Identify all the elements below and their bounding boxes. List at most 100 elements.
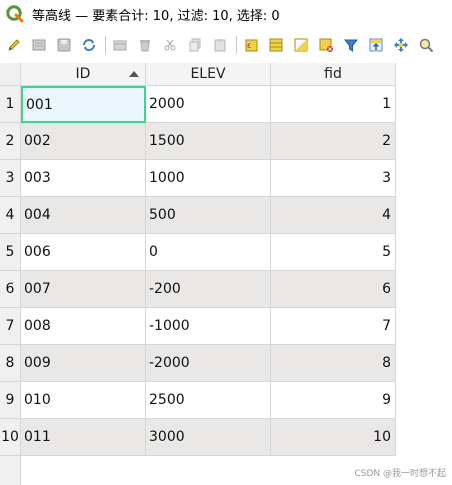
cell-id[interactable]: 006 (21, 234, 146, 271)
copy-button[interactable] (185, 35, 205, 55)
table-row[interactable]: 2 002 1500 2 (0, 123, 396, 160)
table-row[interactable]: 10 011 3000 10 (0, 419, 396, 456)
table-row[interactable]: 1 001 2000 1 (0, 86, 396, 123)
invert-selection-icon (294, 38, 308, 52)
row-number[interactable]: 5 (0, 234, 21, 271)
deselect-icon (319, 38, 333, 52)
column-header-label: ELEV (190, 66, 226, 82)
delete-icon (140, 40, 150, 52)
svg-text:ε: ε (247, 41, 251, 50)
cell-fid[interactable]: 8 (271, 345, 396, 382)
cell-elev[interactable]: 2500 (146, 382, 271, 419)
cell-fid[interactable]: 5 (271, 234, 396, 271)
row-number[interactable]: 2 (0, 123, 21, 160)
row-header-filler (0, 456, 21, 485)
filter-icon (343, 39, 359, 52)
cell-fid[interactable]: 7 (271, 308, 396, 345)
paste-button[interactable] (210, 35, 230, 55)
cell-fid[interactable]: 10 (271, 419, 396, 456)
title-bar: 等高线 — 要素合计: 10, 过滤: 10, 选择: 0 (0, 0, 452, 28)
cell-id[interactable]: 009 (21, 345, 146, 382)
table-row[interactable]: 5 006 0 5 (0, 234, 396, 271)
table-row[interactable]: 9 010 2500 9 (0, 382, 396, 419)
table-body: 1 001 2000 1 2 002 1500 2 3 003 1000 3 4… (0, 86, 396, 456)
sort-ascending-icon (129, 71, 139, 77)
pan-to-selected-icon (394, 38, 408, 52)
copy-icon (189, 38, 201, 52)
pencil-edit-icon (8, 39, 20, 51)
row-number[interactable]: 8 (0, 345, 21, 382)
cell-elev[interactable]: -1000 (146, 308, 271, 345)
cell-elev[interactable]: 1000 (146, 160, 271, 197)
add-feature-icon (113, 40, 127, 51)
cell-elev[interactable]: 500 (146, 197, 271, 234)
column-header-id[interactable]: ID (21, 63, 146, 86)
qgis-logo-icon (6, 5, 24, 23)
table-corner[interactable] (0, 63, 21, 86)
pan-to-selected-button[interactable] (391, 35, 411, 55)
column-header-elev[interactable]: ELEV (146, 63, 271, 86)
cell-fid[interactable]: 2 (271, 123, 396, 160)
select-all-button[interactable] (266, 35, 286, 55)
cell-elev[interactable]: -2000 (146, 345, 271, 382)
table-row[interactable]: 6 007 -200 6 (0, 271, 396, 308)
cell-elev[interactable]: 3000 (146, 419, 271, 456)
deselect-all-button[interactable] (316, 35, 336, 55)
column-header-label: fid (324, 66, 342, 82)
watermark: CSDN @我一时想不起 (354, 469, 446, 479)
cell-fid[interactable]: 9 (271, 382, 396, 419)
table-row[interactable]: 4 004 500 4 (0, 197, 396, 234)
cell-id[interactable]: 008 (21, 308, 146, 345)
cell-id[interactable]: 010 (21, 382, 146, 419)
filter-button[interactable] (341, 35, 361, 55)
row-number[interactable]: 3 (0, 160, 21, 197)
zoom-to-selected-icon (419, 38, 434, 53)
invert-selection-button[interactable] (291, 35, 311, 55)
cell-id[interactable]: 001 (21, 86, 146, 123)
column-header-label: ID (75, 66, 91, 82)
row-number[interactable]: 4 (0, 197, 21, 234)
move-selection-top-icon (369, 38, 383, 52)
row-number[interactable]: 1 (0, 86, 21, 123)
cut-button[interactable] (160, 35, 180, 55)
row-number[interactable]: 10 (0, 419, 21, 456)
cell-fid[interactable]: 6 (271, 271, 396, 308)
toolbar-separator (105, 36, 106, 54)
toggle-editing-button[interactable] (4, 35, 24, 55)
cell-id[interactable]: 003 (21, 160, 146, 197)
cell-id[interactable]: 007 (21, 271, 146, 308)
cell-elev[interactable]: -200 (146, 271, 271, 308)
save-edits-button[interactable] (54, 35, 74, 55)
delete-feature-button[interactable] (135, 35, 155, 55)
cell-id[interactable]: 002 (21, 123, 146, 160)
multi-edit-button[interactable] (29, 35, 49, 55)
table-row[interactable]: 8 009 -2000 8 (0, 345, 396, 382)
save-icon (57, 38, 71, 52)
cell-fid[interactable]: 1 (271, 86, 396, 123)
row-number[interactable]: 7 (0, 308, 21, 345)
cell-elev[interactable]: 2000 (146, 86, 271, 123)
move-selection-to-top-button[interactable] (366, 35, 386, 55)
cell-id[interactable]: 004 (21, 197, 146, 234)
zoom-to-selected-button[interactable] (416, 35, 436, 55)
cell-elev[interactable]: 1500 (146, 123, 271, 160)
column-header-fid[interactable]: fid (271, 63, 396, 86)
row-number[interactable]: 9 (0, 382, 21, 419)
paste-icon (214, 39, 226, 52)
add-feature-button[interactable] (110, 35, 130, 55)
multi-edit-icon (32, 39, 46, 51)
reload-icon (83, 39, 95, 51)
cell-fid[interactable]: 4 (271, 197, 396, 234)
reload-button[interactable] (79, 35, 99, 55)
cell-id[interactable]: 011 (21, 419, 146, 456)
table-row[interactable]: 3 003 1000 3 (0, 160, 396, 197)
cell-elev[interactable]: 0 (146, 234, 271, 271)
row-number[interactable]: 6 (0, 271, 21, 308)
cell-fid[interactable]: 3 (271, 160, 396, 197)
table-header: ID ELEV fid (21, 63, 396, 86)
select-by-expression-button[interactable]: ε (241, 35, 261, 55)
table-row[interactable]: 7 008 -1000 7 (0, 308, 396, 345)
toolbar-separator (236, 36, 237, 54)
window-title: 等高线 — 要素合计: 10, 过滤: 10, 选择: 0 (32, 8, 280, 24)
select-all-icon (269, 38, 283, 52)
